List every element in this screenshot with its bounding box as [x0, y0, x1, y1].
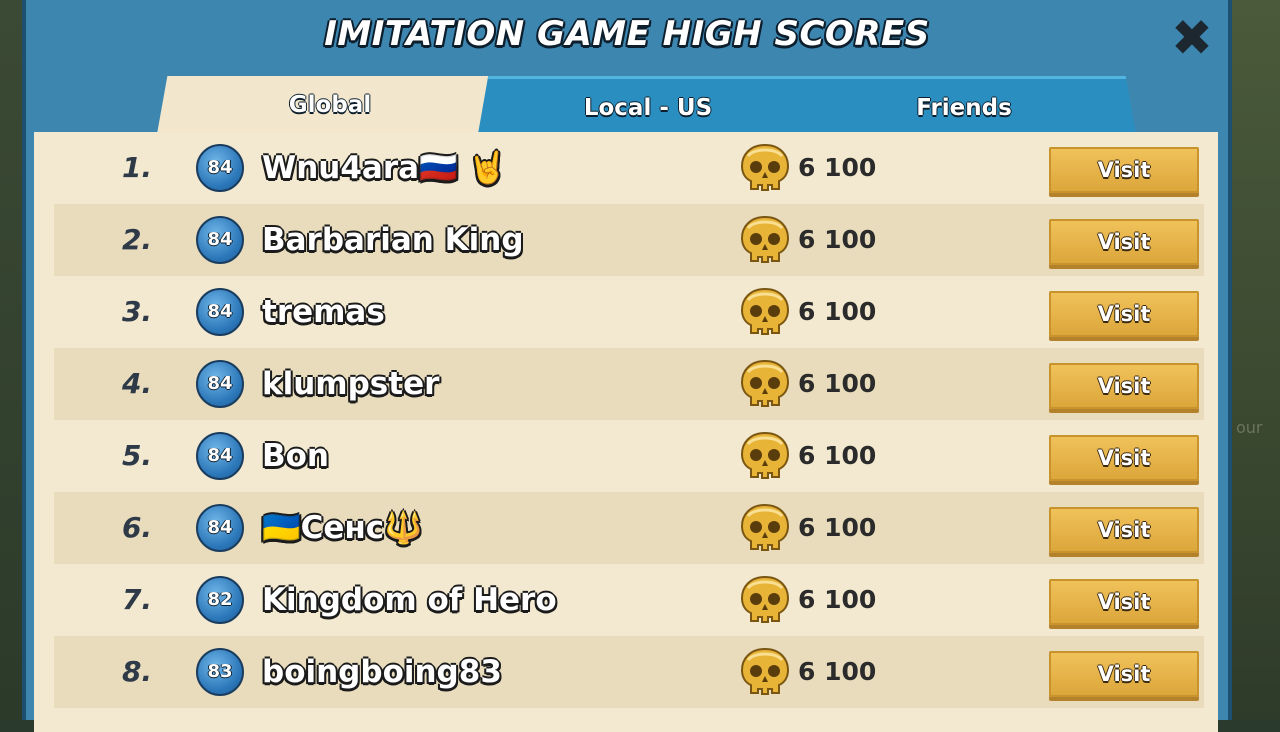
rank-number: 5.	[121, 439, 153, 472]
leaderboard-row: 8. 83 boingboing83 6 100 Visit	[54, 636, 1204, 708]
score-value: 6 100	[798, 225, 877, 254]
skull-icon	[740, 359, 790, 407]
level-badge: 84	[196, 360, 244, 408]
rank-number: 2.	[121, 223, 153, 256]
visit-button[interactable]: Visit	[1049, 435, 1199, 481]
skull-icon	[740, 647, 790, 695]
rank-number: 4.	[121, 367, 153, 400]
visit-button[interactable]: Visit	[1049, 291, 1199, 337]
leaderboard-row: 7. 82 Kingdom of Hero 6 100 Visit	[54, 564, 1204, 636]
level-badge: 83	[196, 648, 244, 696]
visit-button[interactable]: Visit	[1049, 219, 1199, 265]
level-badge: 84	[196, 504, 244, 552]
visit-button[interactable]: Visit	[1049, 147, 1199, 193]
skull-icon	[740, 575, 790, 623]
player-name: Barbarian King	[262, 222, 524, 258]
leaderboard-row: 5. 84 Bon 6 100 Visit	[54, 420, 1204, 492]
close-icon[interactable]: ✖	[1168, 13, 1216, 63]
score-value: 6 100	[798, 297, 877, 326]
leaderboard: 1. 84 Wnu4ara🇷🇺 🤘 6 100 Visit 2. 84 Barb…	[34, 132, 1218, 732]
score-value: 6 100	[798, 441, 877, 470]
rank-number: 6.	[121, 511, 153, 544]
skull-icon	[740, 215, 790, 263]
tab-local-us[interactable]: Local - US	[478, 76, 818, 134]
background-text: our	[1236, 418, 1263, 437]
skull-icon	[740, 503, 790, 551]
rank-number: 1.	[121, 151, 153, 184]
panel-title: IMITATION GAME HIGH SCORES	[324, 14, 930, 54]
leaderboard-row: 1. 84 Wnu4ara🇷🇺 🤘 6 100 Visit	[54, 132, 1204, 204]
leaderboard-row: 4. 84 klumpster 6 100 Visit	[54, 348, 1204, 420]
leaderboard-row: 6. 84 🇺🇦Сенс🔱 6 100 Visit	[54, 492, 1204, 564]
player-name: Kingdom of Hero	[262, 582, 557, 618]
score-value: 6 100	[798, 153, 877, 182]
score-value: 6 100	[798, 585, 877, 614]
player-name: tremas	[262, 294, 385, 330]
player-name: Bon	[262, 438, 329, 474]
skull-icon	[740, 143, 790, 191]
background-right	[1232, 0, 1280, 720]
level-badge: 84	[196, 432, 244, 480]
skull-icon	[740, 287, 790, 335]
player-name: boingboing83	[262, 654, 502, 690]
tab-friends[interactable]: Friends	[792, 76, 1136, 134]
player-name: klumpster	[262, 366, 440, 402]
level-badge: 84	[196, 144, 244, 192]
visit-button[interactable]: Visit	[1049, 651, 1199, 697]
level-badge: 84	[196, 288, 244, 336]
rank-number: 7.	[121, 583, 153, 616]
visit-button[interactable]: Visit	[1049, 579, 1199, 625]
level-badge: 84	[196, 216, 244, 264]
visit-button[interactable]: Visit	[1049, 363, 1199, 409]
rank-number: 8.	[121, 655, 153, 688]
high-scores-panel: IMITATION GAME HIGH SCORES ✖ Global Loca…	[22, 0, 1232, 732]
visit-button[interactable]: Visit	[1049, 507, 1199, 553]
tab-global[interactable]: Global	[157, 76, 503, 134]
level-badge: 82	[196, 576, 244, 624]
score-value: 6 100	[798, 369, 877, 398]
player-name: 🇺🇦Сенс🔱	[262, 510, 423, 546]
score-value: 6 100	[798, 657, 877, 686]
background-left	[0, 0, 22, 720]
score-value: 6 100	[798, 513, 877, 542]
rank-number: 3.	[121, 295, 153, 328]
player-name: Wnu4ara🇷🇺 🤘	[262, 150, 508, 186]
leaderboard-row: 3. 84 tremas 6 100 Visit	[54, 276, 1204, 348]
leaderboard-row: 2. 84 Barbarian King 6 100 Visit	[54, 204, 1204, 276]
skull-icon	[740, 431, 790, 479]
